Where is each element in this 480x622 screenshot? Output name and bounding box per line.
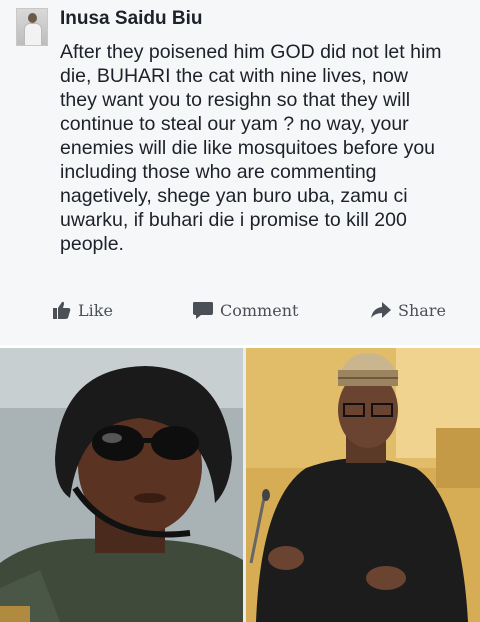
- post-author[interactable]: Inusa Saidu Biu: [60, 8, 203, 30]
- comment-button[interactable]: Comment: [192, 295, 298, 325]
- share-label: Share: [398, 300, 446, 320]
- share-arrow-icon: [371, 302, 391, 318]
- speech-bubble-icon: [193, 302, 213, 319]
- like-label: Like: [78, 300, 113, 320]
- comment-label: Comment: [220, 300, 299, 320]
- photo-right[interactable]: [246, 348, 480, 622]
- photo-left[interactable]: [0, 348, 243, 622]
- like-button[interactable]: Like: [52, 295, 113, 325]
- thumbs-up-icon: [53, 301, 71, 319]
- post-text: After they poisened him GOD did not let …: [60, 41, 442, 255]
- post-card: Inusa Saidu Biu After they poisened him …: [0, 0, 480, 345]
- post-actions-bar: Like Comment Share: [0, 295, 480, 325]
- avatar[interactable]: [16, 8, 48, 46]
- share-button[interactable]: Share: [370, 295, 446, 325]
